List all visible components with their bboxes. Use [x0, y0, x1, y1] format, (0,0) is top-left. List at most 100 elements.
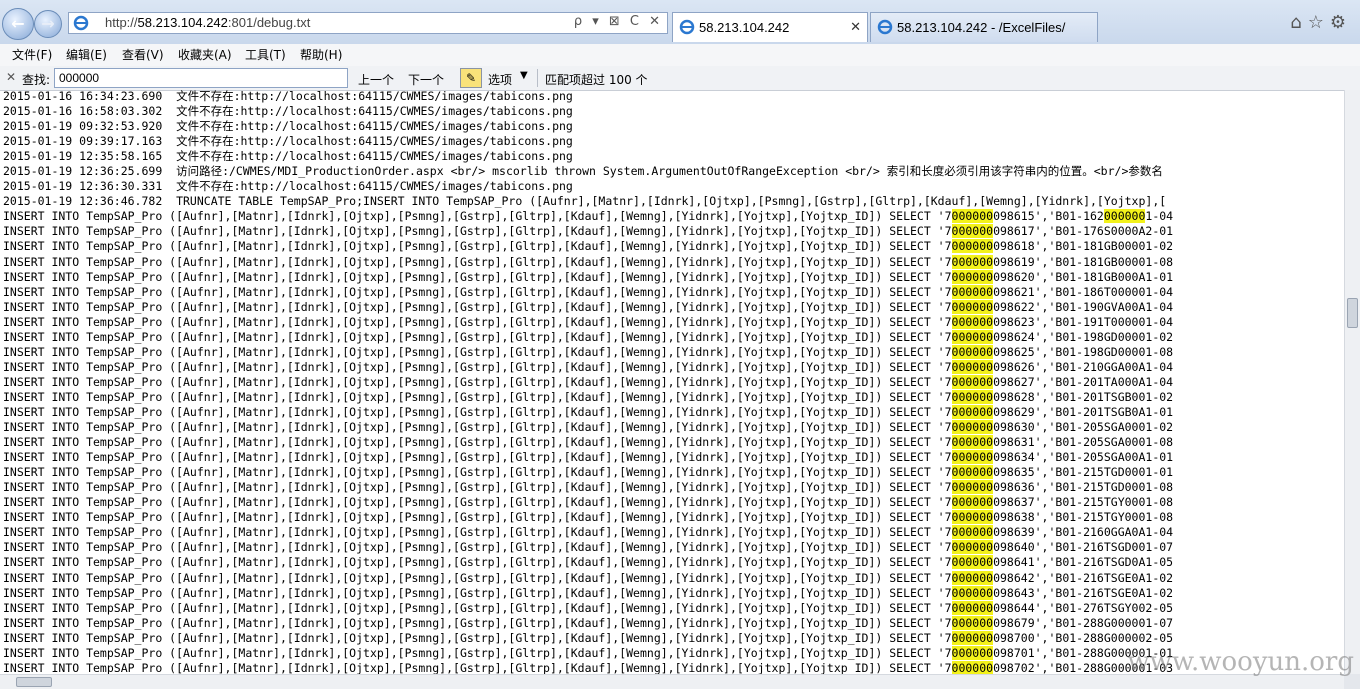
search-match-highlight: 000000 — [951, 314, 994, 329]
text-content: 2015-01-16 16:34:23.690 文件不存在:http://loc… — [0, 90, 1344, 674]
search-match-highlight: 000000 — [951, 585, 994, 600]
menu-view[interactable]: 查看(V) — [122, 46, 164, 63]
log-line: INSERT INTO TempSAP_Pro ([Aufnr],[Matnr]… — [3, 555, 1174, 570]
search-match-highlight: 000000 — [951, 374, 994, 389]
search-match-highlight: 000000 — [951, 435, 994, 450]
back-arrow-icon[interactable]: ← — [2, 8, 34, 40]
log-line: INSERT INTO TempSAP_Pro ([Aufnr],[Matnr]… — [3, 299, 1174, 314]
log-line: INSERT INTO TempSAP_Pro ([Aufnr],[Matnr]… — [3, 450, 1174, 465]
star-icon[interactable]: ☆ — [1308, 12, 1330, 33]
log-line: INSERT INTO TempSAP_Pro ([Aufnr],[Matnr]… — [3, 540, 1174, 555]
tab-debug[interactable]: 58.213.104.242 ✕ — [672, 12, 868, 42]
log-line: INSERT INTO TempSAP_Pro ([Aufnr],[Matnr]… — [3, 480, 1174, 495]
log-line: 2015-01-19 09:32:53.920 文件不存在:http://loc… — [3, 119, 573, 134]
search-match-highlight: 000000 — [951, 420, 994, 435]
tab-title: 58.213.104.242 — [699, 20, 790, 35]
log-line: INSERT INTO TempSAP_Pro ([Aufnr],[Matnr]… — [3, 570, 1174, 585]
search-match-highlight: 000000 — [951, 465, 994, 480]
log-line: INSERT INTO TempSAP_Pro ([Aufnr],[Matnr]… — [3, 420, 1174, 435]
find-input[interactable]: 000000 — [54, 68, 348, 88]
scroll-thumb[interactable] — [1347, 298, 1358, 328]
log-line: INSERT INTO TempSAP_Pro ([Aufnr],[Matnr]… — [3, 615, 1174, 630]
ie-tab-icon — [679, 19, 695, 35]
close-icon[interactable]: ✕ — [850, 19, 861, 35]
search-match-highlight: 000000 — [951, 600, 994, 615]
highlight-icon[interactable]: ✎ — [460, 68, 482, 88]
search-match-highlight: 000000 — [951, 450, 994, 465]
ie-page-icon — [73, 15, 89, 31]
search-match-highlight: 000000 — [951, 284, 994, 299]
search-match-highlight: 000000 — [951, 329, 994, 344]
find-next-button[interactable]: 下一个 — [408, 71, 444, 88]
search-match-highlight: 000000 — [951, 389, 994, 404]
address-bar[interactable]: http://58.213.104.242:801/debug.txt ρ ▾ … — [68, 12, 668, 34]
menu-tools[interactable]: 工具(T) — [245, 46, 286, 63]
search-match-highlight: 000000 — [951, 299, 994, 314]
search-match-highlight: 000000 — [951, 525, 994, 540]
search-match-highlight: 000000 — [951, 344, 994, 359]
log-line: INSERT INTO TempSAP_Pro ([Aufnr],[Matnr]… — [3, 645, 1174, 660]
menu-bar: 文件(F) 编辑(E) 查看(V) 收藏夹(A) 工具(T) 帮助(H) — [0, 44, 1360, 67]
vertical-scrollbar[interactable] — [1344, 90, 1360, 674]
forward-arrow-icon[interactable]: → — [34, 10, 62, 38]
search-match-highlight: 000000 — [951, 480, 994, 495]
menu-help[interactable]: 帮助(H) — [300, 46, 342, 63]
search-match-highlight: 000000 — [951, 209, 994, 224]
log-line: 2015-01-19 12:36:30.331 文件不存在:http://loc… — [3, 179, 573, 194]
search-match-highlight: 000000 — [951, 645, 994, 660]
log-line: INSERT INTO TempSAP_Pro ([Aufnr],[Matnr]… — [3, 495, 1174, 510]
log-line: 2015-01-16 16:34:23.690 文件不存在:http://loc… — [3, 90, 573, 103]
log-line: INSERT INTO TempSAP_Pro ([Aufnr],[Matnr]… — [3, 465, 1174, 480]
log-line: INSERT INTO TempSAP_Pro ([Aufnr],[Matnr]… — [3, 269, 1174, 284]
log-line: INSERT INTO TempSAP_Pro ([Aufnr],[Matnr]… — [3, 239, 1174, 254]
find-previous-button[interactable]: 上一个 — [358, 71, 394, 88]
tab-excelfiles[interactable]: 58.213.104.242 - /ExcelFiles/ — [870, 12, 1098, 42]
log-line: INSERT INTO TempSAP_Pro ([Aufnr],[Matnr]… — [3, 359, 1174, 374]
log-line: 2015-01-19 12:36:46.782 TRUNCATE TABLE T… — [3, 194, 1167, 209]
search-match-highlight: 000000 — [951, 540, 994, 555]
log-line: INSERT INTO TempSAP_Pro ([Aufnr],[Matnr]… — [3, 209, 1174, 224]
search-match-highlight: 000000 — [951, 269, 994, 284]
search-match-highlight: 000000 — [951, 239, 994, 254]
menu-file[interactable]: 文件(F) — [12, 46, 52, 63]
scroll-thumb[interactable] — [16, 677, 52, 687]
search-match-highlight: 000000 — [951, 630, 994, 645]
find-match-count: 匹配项超过 100 个 — [545, 73, 648, 87]
log-line: INSERT INTO TempSAP_Pro ([Aufnr],[Matnr]… — [3, 435, 1174, 450]
log-lines: 2015-01-16 16:34:23.690 文件不存在:http://loc… — [3, 90, 1173, 674]
find-options-button[interactable]: 选项 — [488, 71, 512, 88]
log-line: INSERT INTO TempSAP_Pro ([Aufnr],[Matnr]… — [3, 314, 1174, 329]
gear-icon[interactable]: ⚙ — [1330, 12, 1352, 33]
search-match-highlight: 000000 — [951, 224, 994, 239]
home-icon[interactable]: ⌂ — [1290, 12, 1307, 33]
log-line: INSERT INTO TempSAP_Pro ([Aufnr],[Matnr]… — [3, 224, 1174, 239]
browser-icons: ⌂☆⚙ — [1290, 12, 1352, 33]
close-icon[interactable]: ✕ — [6, 70, 16, 84]
search-match-highlight: 000000 — [1103, 209, 1146, 224]
ie-tab-icon — [877, 19, 893, 35]
log-line: INSERT INTO TempSAP_Pro ([Aufnr],[Matnr]… — [3, 660, 1174, 674]
address-tools[interactable]: ρ ▾ ⊠ C ✕ — [574, 14, 663, 29]
log-line: 2015-01-16 16:58:03.302 文件不存在:http://loc… — [3, 104, 573, 119]
log-line: INSERT INTO TempSAP_Pro ([Aufnr],[Matnr]… — [3, 374, 1174, 389]
log-line: INSERT INTO TempSAP_Pro ([Aufnr],[Matnr]… — [3, 510, 1174, 525]
search-match-highlight: 000000 — [951, 254, 994, 269]
search-match-highlight: 000000 — [951, 555, 994, 570]
log-line: INSERT INTO TempSAP_Pro ([Aufnr],[Matnr]… — [3, 630, 1174, 645]
chevron-down-icon[interactable]: ▼ — [520, 70, 528, 81]
log-line: INSERT INTO TempSAP_Pro ([Aufnr],[Matnr]… — [3, 389, 1174, 404]
find-bar: ✕ 查找: 000000 上一个 下一个 ✎ 选项 ▼ 匹配项超过 100 个 — [0, 66, 1360, 91]
log-line: 2015-01-19 12:36:25.699 访问路径:/CWMES/MDI_… — [3, 164, 1163, 179]
log-line: 2015-01-19 09:39:17.163 文件不存在:http://loc… — [3, 134, 573, 149]
address-url: http://58.213.104.242:801/debug.txt — [105, 15, 311, 30]
log-line: INSERT INTO TempSAP_Pro ([Aufnr],[Matnr]… — [3, 404, 1174, 419]
find-label: 查找: — [22, 73, 51, 87]
search-match-highlight: 000000 — [951, 359, 994, 374]
log-line: INSERT INTO TempSAP_Pro ([Aufnr],[Matnr]… — [3, 329, 1174, 344]
menu-favorites[interactable]: 收藏夹(A) — [178, 46, 232, 63]
tab-title: 58.213.104.242 - /ExcelFiles/ — [897, 20, 1066, 35]
log-line: INSERT INTO TempSAP_Pro ([Aufnr],[Matnr]… — [3, 344, 1174, 359]
search-match-highlight: 000000 — [951, 404, 994, 419]
divider — [537, 69, 538, 87]
menu-edit[interactable]: 编辑(E) — [66, 46, 107, 63]
